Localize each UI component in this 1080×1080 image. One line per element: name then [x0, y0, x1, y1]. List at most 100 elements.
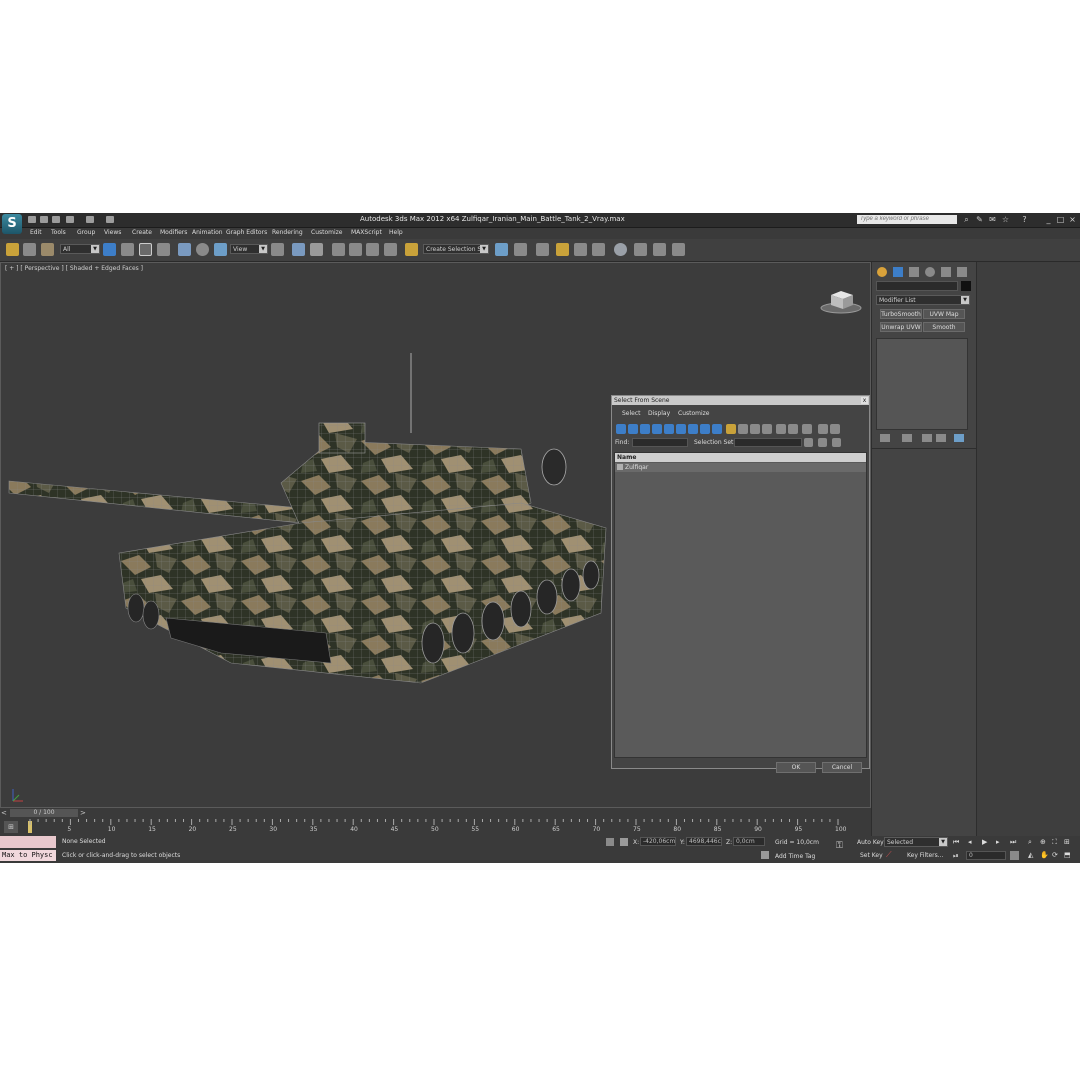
create-tab-icon[interactable]: [877, 267, 887, 277]
snaps-toggle-icon[interactable]: [332, 243, 345, 256]
add-time-tag[interactable]: Add Time Tag: [775, 853, 815, 860]
show-end-result-icon[interactable]: [902, 434, 912, 442]
display-all-icon[interactable]: [726, 424, 736, 434]
motion-tab-icon[interactable]: [925, 267, 935, 277]
zoom-icon[interactable]: ⌕: [1028, 838, 1037, 847]
key-mode-dropdown[interactable]: Selected ▼: [884, 837, 948, 847]
current-frame-field[interactable]: 0: [966, 851, 1006, 860]
menu-modifiers[interactable]: Modifiers: [160, 229, 187, 236]
curve-editor-icon[interactable]: [574, 243, 587, 256]
go-to-start-icon[interactable]: ⏮: [953, 838, 963, 846]
menu-edit[interactable]: Edit: [30, 229, 42, 236]
dialog-menu-display[interactable]: Display: [648, 410, 670, 417]
menu-views[interactable]: Views: [104, 229, 121, 236]
menu-help[interactable]: Help: [389, 229, 403, 236]
go-to-end-icon[interactable]: ⏭: [1010, 838, 1020, 846]
select-all-icon[interactable]: [776, 424, 786, 434]
menu-graph-editors[interactable]: Graph Editors: [226, 229, 267, 236]
configure-modifier-sets-icon[interactable]: [954, 434, 964, 442]
turbosmooth-button[interactable]: TurboSmooth: [880, 309, 922, 319]
frame-counter[interactable]: 0 / 100: [10, 809, 78, 817]
display-helpers-icon[interactable]: [664, 424, 674, 434]
utilities-tab-icon[interactable]: [957, 267, 967, 277]
zoom-extents-icon[interactable]: ⛶: [1052, 838, 1061, 847]
display-xrefs-icon[interactable]: [700, 424, 710, 434]
dialog-menu-customize[interactable]: Customize: [678, 410, 710, 417]
maxscript-mini-listener[interactable]: [0, 836, 56, 848]
close-icon[interactable]: ×: [1068, 215, 1077, 224]
display-bones-icon[interactable]: [712, 424, 722, 434]
edit-named-selection-icon[interactable]: [405, 243, 418, 256]
ok-button[interactable]: OK: [776, 762, 816, 773]
percent-snap-icon[interactable]: [366, 243, 379, 256]
lock-icon[interactable]: [606, 838, 614, 846]
window-crossing-icon[interactable]: [157, 243, 170, 256]
previous-key-icon[interactable]: ◂: [968, 838, 978, 846]
select-none-icon[interactable]: [788, 424, 798, 434]
z-coordinate-field[interactable]: 0,0cm: [733, 837, 765, 846]
viewport-label[interactable]: [ + ] [ Perspective ] [ Shaded + Edged F…: [5, 265, 143, 272]
time-tag-icon[interactable]: [761, 851, 769, 859]
favorites-icon[interactable]: ☆: [1001, 215, 1010, 224]
render-setup-icon[interactable]: [634, 243, 647, 256]
subscription-icon[interactable]: ✎: [975, 215, 984, 224]
tank-model[interactable]: [1, 353, 611, 693]
rotate-icon[interactable]: [196, 243, 209, 256]
display-tab-icon[interactable]: [941, 267, 951, 277]
key-filters-button[interactable]: Key Filters...: [907, 852, 944, 859]
rendered-frame-window-icon[interactable]: [653, 243, 666, 256]
named-selection-dropdown[interactable]: Create Selection Se ▼: [423, 244, 489, 254]
select-by-name-icon[interactable]: [121, 243, 134, 256]
next-key-icon[interactable]: ▸: [996, 838, 1006, 846]
mirror-icon[interactable]: [495, 243, 508, 256]
absolute-mode-icon[interactable]: [620, 838, 628, 846]
time-slider[interactable]: < 0 / 100 >: [0, 808, 871, 819]
make-unique-icon[interactable]: [922, 434, 932, 442]
menu-create[interactable]: Create: [132, 229, 152, 236]
maximize-icon[interactable]: □: [1056, 215, 1065, 224]
time-configuration-icon[interactable]: [1010, 851, 1019, 860]
scene-object-list[interactable]: Name Zulfiqar: [614, 452, 867, 758]
communication-icon[interactable]: ✉: [988, 215, 997, 224]
menu-tools[interactable]: Tools: [51, 229, 66, 236]
maxscript-listener[interactable]: Max to Physc: [0, 850, 56, 861]
render-production-icon[interactable]: [672, 243, 685, 256]
sync-selection-icon[interactable]: [762, 424, 772, 434]
smooth-button[interactable]: Smooth: [923, 322, 965, 332]
zoom-all-icon[interactable]: ⊕: [1040, 838, 1049, 847]
modifier-list-dropdown[interactable]: Modifier List ▼: [876, 295, 970, 305]
keyboard-shortcut-icon[interactable]: [310, 243, 323, 256]
selection-set-dropdown[interactable]: [734, 438, 802, 447]
maximize-viewport-icon[interactable]: ⬒: [1064, 851, 1073, 860]
selection-filter-dropdown[interactable]: All ▼: [60, 244, 100, 254]
select-invert-icon[interactable]: [802, 424, 812, 434]
filter-icon[interactable]: [818, 424, 828, 434]
material-editor-icon[interactable]: [614, 243, 627, 256]
menu-animation[interactable]: Animation: [192, 229, 223, 236]
rectangular-selection-icon[interactable]: [139, 243, 152, 256]
track-bar[interactable]: ⊞ 5 10 15 20 25 30 35 40 45 50 55 60 65 70 75 80 85 90 95 1…: [0, 819, 871, 836]
display-space-warps-icon[interactable]: [676, 424, 686, 434]
display-cameras-icon[interactable]: [652, 424, 662, 434]
dialog-menu-select[interactable]: Select: [622, 410, 641, 417]
remove-modifier-icon[interactable]: [936, 434, 946, 442]
reference-coordinate-dropdown[interactable]: View ▼: [230, 244, 268, 254]
unwrap-uvw-button[interactable]: Unwrap UVW: [880, 322, 922, 332]
display-shapes-icon[interactable]: [628, 424, 638, 434]
dialog-close-button[interactable]: x: [861, 397, 868, 404]
align-icon[interactable]: [514, 243, 527, 256]
menu-rendering[interactable]: Rendering: [272, 229, 303, 236]
find-case-sensitive-icon[interactable]: [830, 424, 840, 434]
pivot-center-icon[interactable]: [271, 243, 284, 256]
set-key-icon[interactable]: ⟋: [886, 850, 896, 860]
modifier-stack[interactable]: [876, 338, 968, 430]
search-input[interactable]: [857, 215, 957, 224]
play-icon[interactable]: ▶: [982, 838, 992, 846]
display-invert-icon[interactable]: [750, 424, 760, 434]
menu-group[interactable]: Group: [77, 229, 95, 236]
uvw-map-button[interactable]: UVW Map: [923, 309, 965, 319]
pan-view-icon[interactable]: ✋: [1040, 851, 1049, 860]
layer-manager-icon[interactable]: [536, 243, 549, 256]
move-icon[interactable]: [178, 243, 191, 256]
remove-selection-set-icon[interactable]: [818, 438, 827, 447]
